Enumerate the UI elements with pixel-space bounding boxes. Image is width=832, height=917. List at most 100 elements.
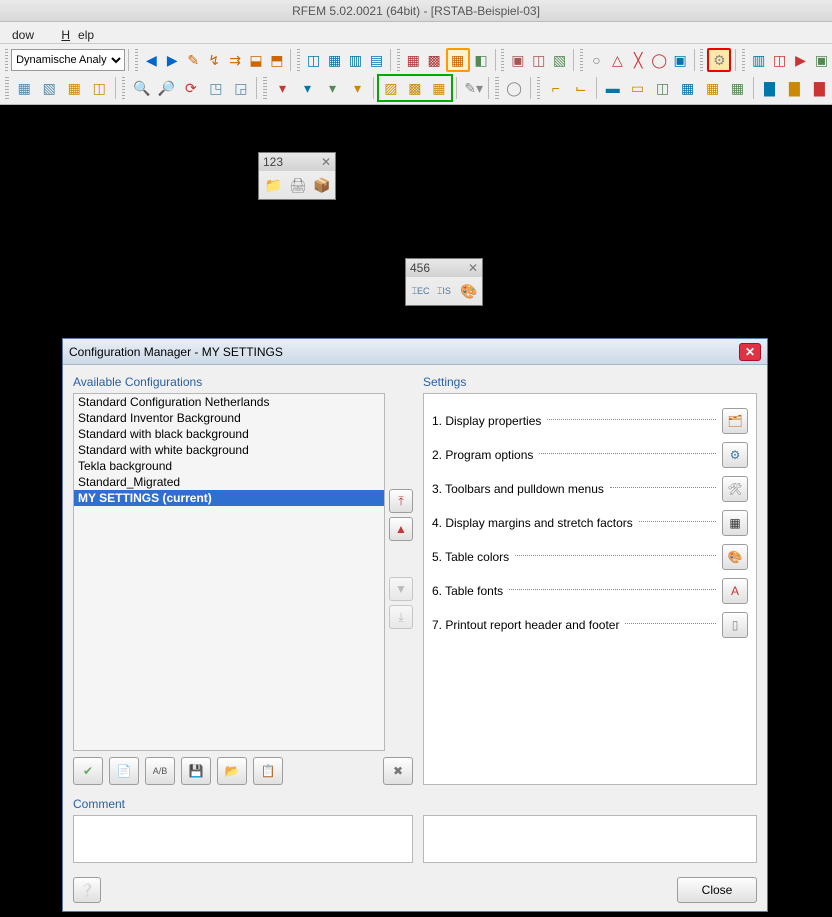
tool-icon[interactable]: ▣ xyxy=(812,48,831,72)
tool-icon[interactable]: ▦ xyxy=(726,76,749,100)
program-options-button[interactable]: ⚙ xyxy=(722,442,748,468)
list-item[interactable]: Standard with white background xyxy=(74,442,384,458)
tool-icon[interactable]: ▭ xyxy=(626,76,649,100)
tool-icon[interactable]: ✎ xyxy=(184,48,203,72)
toolbar-grip[interactable] xyxy=(742,49,745,71)
save-button[interactable]: 💾 xyxy=(181,757,211,785)
list-item[interactable]: Standard Inventor Background xyxy=(74,410,384,426)
tool-icon[interactable]: ◫ xyxy=(88,76,111,100)
tool-icon[interactable]: ○ xyxy=(587,48,606,72)
list-item[interactable]: Standard_Migrated xyxy=(74,474,384,490)
tool-icon[interactable]: ▾ xyxy=(346,76,369,100)
tool-icon[interactable]: ▦ xyxy=(676,76,699,100)
tool-icon[interactable]: ▥ xyxy=(346,48,365,72)
toolbar-grip[interactable] xyxy=(495,77,499,99)
tool-icon[interactable]: ◫ xyxy=(304,48,323,72)
move-down-button[interactable]: ▼ xyxy=(389,577,413,601)
tool-icon[interactable]: ▩ xyxy=(425,48,444,72)
toolbar-grip[interactable] xyxy=(537,77,541,99)
nav-first-icon[interactable]: ◀ xyxy=(142,48,161,72)
list-item[interactable]: Tekla background xyxy=(74,458,384,474)
highlighted-tool-orange[interactable]: ▦ xyxy=(446,48,470,72)
toolbar-grip[interactable] xyxy=(397,49,400,71)
list-item[interactable]: Standard Configuration Netherlands xyxy=(74,394,384,410)
close-icon[interactable]: ✕ xyxy=(468,261,478,275)
print-icon[interactable]: 🖨 xyxy=(287,174,306,196)
tool-icon[interactable]: ▧ xyxy=(550,48,569,72)
table-fonts-button[interactable]: A xyxy=(722,578,748,604)
tool-icon[interactable]: ⇉ xyxy=(226,48,245,72)
menu-window[interactable]: dow xyxy=(4,25,42,45)
tool-icon[interactable]: ⟳ xyxy=(179,76,202,100)
tool-icon[interactable]: ▬ xyxy=(601,76,624,100)
tool-icon[interactable]: ╳ xyxy=(629,48,648,72)
tool-icon[interactable]: ▾ xyxy=(271,76,294,100)
toolbar-grip[interactable] xyxy=(501,49,504,71)
highlighted-tool-green-2[interactable]: ▩ xyxy=(403,76,427,100)
toolbar-grip[interactable] xyxy=(700,49,703,71)
toolbar-grip[interactable] xyxy=(122,77,126,99)
tool-icon[interactable]: △ xyxy=(608,48,627,72)
tool-icon[interactable]: ▇ xyxy=(808,76,831,100)
comment-textarea[interactable] xyxy=(73,815,413,863)
display-margins-button[interactable]: ▦ xyxy=(722,510,748,536)
open-folder-button[interactable]: 📂 xyxy=(217,757,247,785)
move-top-button[interactable]: ⤒ xyxy=(389,489,413,513)
tool-icon[interactable]: ▣ xyxy=(508,48,527,72)
tool-icon[interactable]: ▾ xyxy=(321,76,344,100)
tool-icon[interactable]: ◲ xyxy=(229,76,252,100)
highlighted-tool-red[interactable]: ⚙ xyxy=(707,48,731,72)
help-button[interactable]: ❔ xyxy=(73,877,101,903)
printout-header-footer-button[interactable]: ▯ xyxy=(722,612,748,638)
tool-icon[interactable]: ◧ xyxy=(472,48,491,72)
tool-icon[interactable]: ⌙ xyxy=(569,76,592,100)
close-icon[interactable]: ✕ xyxy=(321,155,331,169)
toolbar-grip[interactable] xyxy=(297,49,300,71)
folder-icon[interactable]: 📁 xyxy=(263,174,282,196)
tool-icon[interactable]: ▦ xyxy=(325,48,344,72)
tool-icon[interactable]: ↯ xyxy=(205,48,224,72)
section-is-icon[interactable]: ⌶IS xyxy=(434,280,453,302)
highlighted-tool-green-1[interactable]: ▨ xyxy=(379,76,403,100)
tool-icon[interactable]: ✎▾ xyxy=(461,76,484,100)
tool-icon[interactable]: ▇ xyxy=(758,76,781,100)
toolbar-grip[interactable] xyxy=(263,77,267,99)
tool-icon[interactable]: ▣ xyxy=(671,48,690,72)
move-bottom-button[interactable]: ⤓ xyxy=(389,605,413,629)
table-colors-button[interactable]: 🎨 xyxy=(722,544,748,570)
analysis-type-combo[interactable]: Dynamische Analy xyxy=(11,49,125,71)
tool-icon[interactable]: ▦ xyxy=(404,48,423,72)
list-item-selected[interactable]: MY SETTINGS (current) xyxy=(74,490,384,506)
tool-icon[interactable]: ▧ xyxy=(38,76,61,100)
toolbar-grip[interactable] xyxy=(5,77,9,99)
floating-toolbar-456[interactable]: 456 ✕ ⌶EC ⌶IS 🎨 xyxy=(405,258,483,306)
tool-icon[interactable]: ◫ xyxy=(529,48,548,72)
tool-icon[interactable]: ▦ xyxy=(63,76,86,100)
toolbar-grip[interactable] xyxy=(135,49,138,71)
copy-button[interactable]: 📋 xyxy=(253,757,283,785)
tool-icon[interactable]: ◫ xyxy=(651,76,674,100)
box-icon[interactable]: 📦 xyxy=(312,174,331,196)
dialog-close-button[interactable]: ✕ xyxy=(739,343,761,361)
tool-icon[interactable]: ⬓ xyxy=(247,48,266,72)
highlighted-tool-green-3[interactable]: ▦ xyxy=(427,76,451,100)
floating-toolbar-123[interactable]: 123 ✕ 📁 🖨 📦 xyxy=(258,152,336,200)
tool-icon[interactable]: ⌐ xyxy=(544,76,567,100)
tool-icon[interactable]: ◯ xyxy=(650,48,669,72)
nav-prev-icon[interactable]: ▶ xyxy=(163,48,182,72)
move-up-button[interactable]: ▲ xyxy=(389,517,413,541)
tool-icon[interactable]: ◯ xyxy=(503,76,526,100)
menu-help[interactable]: Help xyxy=(45,22,102,48)
palette-icon[interactable]: 🎨 xyxy=(459,280,478,302)
section-ec-icon[interactable]: ⌶EC xyxy=(410,280,429,302)
tool-icon[interactable]: ▥ xyxy=(749,48,768,72)
tool-icon[interactable]: ▤ xyxy=(367,48,386,72)
toolbar-grip[interactable] xyxy=(580,49,583,71)
display-properties-button[interactable]: 🗂 xyxy=(722,408,748,434)
tool-icon[interactable]: 🔍 xyxy=(129,76,152,100)
tool-icon[interactable]: ▾ xyxy=(296,76,319,100)
rename-button[interactable]: A/B xyxy=(145,757,175,785)
tool-icon[interactable]: ⬒ xyxy=(267,48,286,72)
tool-icon[interactable]: 🔎 xyxy=(154,76,177,100)
tool-icon[interactable]: ◫ xyxy=(770,48,789,72)
